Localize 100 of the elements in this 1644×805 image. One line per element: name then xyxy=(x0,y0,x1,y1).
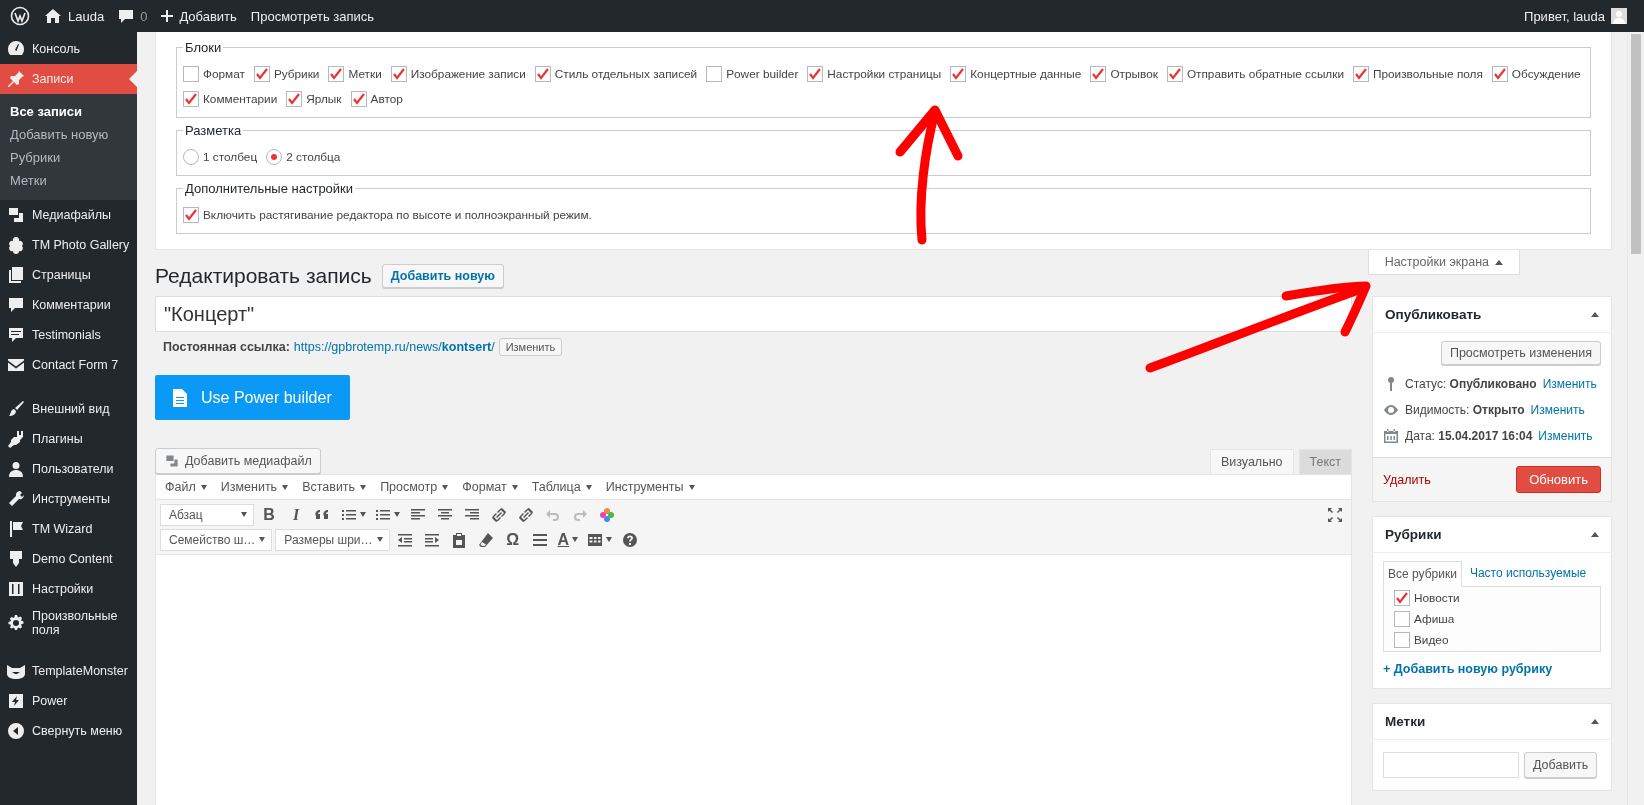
editor-menu-item[interactable]: Вставить xyxy=(297,478,372,496)
checkbox[interactable] xyxy=(390,66,407,82)
checkbox[interactable] xyxy=(328,66,345,82)
editor-tab[interactable]: Визуально xyxy=(1209,449,1294,474)
text-color-button[interactable]: A xyxy=(554,527,582,552)
category-tab[interactable]: Все рубрики xyxy=(1383,561,1462,587)
checkbox[interactable] xyxy=(807,66,824,82)
checkbox[interactable] xyxy=(534,66,551,82)
menu-item[interactable]: Комментарии xyxy=(0,290,137,320)
tag-input-field[interactable] xyxy=(1383,752,1519,778)
checkbox[interactable] xyxy=(1353,66,1369,82)
edit-link[interactable]: Изменить xyxy=(1542,377,1597,391)
view-post-link[interactable]: Просмотреть запись xyxy=(250,8,375,24)
group-legend: Разметка xyxy=(183,123,244,138)
checkbox-label: Отрывок xyxy=(1110,67,1158,81)
comment-icon[interactable] xyxy=(118,8,135,24)
menu-icon xyxy=(6,399,26,419)
editor-menu-item[interactable]: Таблица xyxy=(526,478,597,496)
editor-menu-item[interactable]: Инструменты xyxy=(600,478,700,496)
menu-item[interactable]: Произвольные поля xyxy=(0,604,137,642)
format-select[interactable]: Размеры шри… xyxy=(275,528,390,551)
checkbox[interactable] xyxy=(1394,632,1410,648)
format-select[interactable]: Семейство ш… xyxy=(160,528,273,551)
menu-item[interactable]: TemplateMonster xyxy=(0,656,137,686)
media-icon xyxy=(164,453,180,469)
toggle-icon[interactable] xyxy=(1591,532,1599,537)
checkbox[interactable] xyxy=(183,207,199,223)
edit-link[interactable]: Изменить xyxy=(1530,403,1585,417)
bold-button[interactable]: B xyxy=(257,502,281,527)
checkbox-label: Power builder xyxy=(726,67,799,81)
permalink-link[interactable]: https://gpbrotemp.ru/news/kontsert/ xyxy=(293,340,495,354)
menu-item[interactable]: Плагины xyxy=(0,424,137,454)
menu-item[interactable]: TM Photo Gallery xyxy=(0,230,137,260)
checkbox[interactable] xyxy=(183,66,199,82)
plus-icon[interactable] xyxy=(161,10,174,22)
checkbox-label: Формат xyxy=(203,67,245,81)
add-new-link[interactable]: Добавить xyxy=(179,8,237,24)
checkbox[interactable] xyxy=(183,91,199,107)
checkbox-label: Афиша xyxy=(1414,612,1455,626)
screen-options-tab[interactable]: Настройки экрана xyxy=(1367,250,1520,275)
checkbox-label: Настройки страницы xyxy=(827,67,942,81)
submenu-item[interactable]: Добавить новую xyxy=(0,123,137,146)
submenu-item[interactable]: Все записи xyxy=(0,100,137,123)
editor-menu-item[interactable]: Формат xyxy=(457,478,523,496)
menu-item[interactable]: Внешний вид xyxy=(0,394,137,424)
site-name-link[interactable]: Lauda xyxy=(68,8,105,24)
add-media-button[interactable]: Добавить медиафайл xyxy=(155,448,321,474)
radio-button[interactable] xyxy=(266,149,283,165)
home-icon[interactable] xyxy=(44,8,62,24)
checkbox[interactable] xyxy=(1166,66,1183,82)
add-category-link[interactable]: + Добавить новую рубрику xyxy=(1383,662,1601,676)
page-heading: Редактировать запись xyxy=(155,264,372,288)
checkbox[interactable] xyxy=(253,66,270,82)
menu-icon xyxy=(6,235,26,255)
eye-icon xyxy=(1383,402,1399,418)
checkbox[interactable] xyxy=(1394,590,1410,606)
menu-item[interactable]: Свернуть меню xyxy=(0,716,137,746)
menu-item[interactable]: Пользователи xyxy=(0,454,137,484)
checkbox[interactable] xyxy=(706,66,723,82)
update-button[interactable]: Обновить xyxy=(1516,466,1601,493)
submenu-item[interactable]: Метки xyxy=(0,169,137,192)
comment-count: 0 xyxy=(140,8,148,24)
edit-link[interactable]: Изменить xyxy=(1538,429,1593,443)
delete-link[interactable]: Удалить xyxy=(1383,472,1431,487)
menu-item[interactable]: Консоль xyxy=(0,34,137,64)
submenu-item[interactable]: Рубрики xyxy=(0,146,137,169)
title-input-field[interactable]: "Концерт" xyxy=(155,296,1352,332)
edit-permalink-button[interactable]: Изменить xyxy=(498,338,563,356)
toggle-icon[interactable] xyxy=(1591,312,1599,317)
editor-menu-item[interactable]: Просмотр xyxy=(375,478,454,496)
checkbox[interactable] xyxy=(950,66,967,82)
radio-button[interactable] xyxy=(183,149,199,165)
menu-item[interactable]: TM Wizard xyxy=(0,514,137,544)
menu-item[interactable]: Contact Form 7 xyxy=(0,350,137,380)
preview-changes-button[interactable]: Просмотреть изменения xyxy=(1440,341,1601,365)
add-new-button[interactable]: Добавить новую xyxy=(381,264,504,288)
scrollbar[interactable] xyxy=(1627,32,1644,805)
checkbox[interactable] xyxy=(350,91,367,107)
editor-menu-item[interactable]: Изменить xyxy=(215,478,294,496)
checkbox[interactable] xyxy=(1090,66,1107,82)
italic-button[interactable]: I xyxy=(284,502,308,527)
checkbox[interactable] xyxy=(1394,611,1410,627)
menu-item[interactable]: Медиафайлы xyxy=(0,200,137,230)
menu-item[interactable]: Инструменты xyxy=(0,484,137,514)
logo-icon[interactable] xyxy=(10,6,30,26)
checkbox[interactable] xyxy=(286,91,303,107)
special-char-button[interactable]: Ω xyxy=(500,527,525,552)
category-tab[interactable]: Часто используемые xyxy=(1465,561,1591,586)
menu-item[interactable]: Testimonials xyxy=(0,320,137,350)
menu-item[interactable]: Настройки xyxy=(0,574,137,604)
editor-menu-item[interactable]: Файл xyxy=(160,478,212,496)
menu-item[interactable]: Страницы xyxy=(0,260,137,290)
greeting-link[interactable]: Привет, lauda xyxy=(1524,8,1605,24)
menu-item[interactable]: Записи xyxy=(0,64,137,94)
format-select[interactable]: Абзац xyxy=(160,503,254,526)
toggle-icon[interactable] xyxy=(1591,719,1599,724)
menu-item[interactable]: Demo Content xyxy=(0,544,137,574)
add-tag-button[interactable]: Добавить xyxy=(1524,752,1598,778)
checkbox[interactable] xyxy=(1491,66,1508,82)
menu-item[interactable]: Power xyxy=(0,686,137,716)
